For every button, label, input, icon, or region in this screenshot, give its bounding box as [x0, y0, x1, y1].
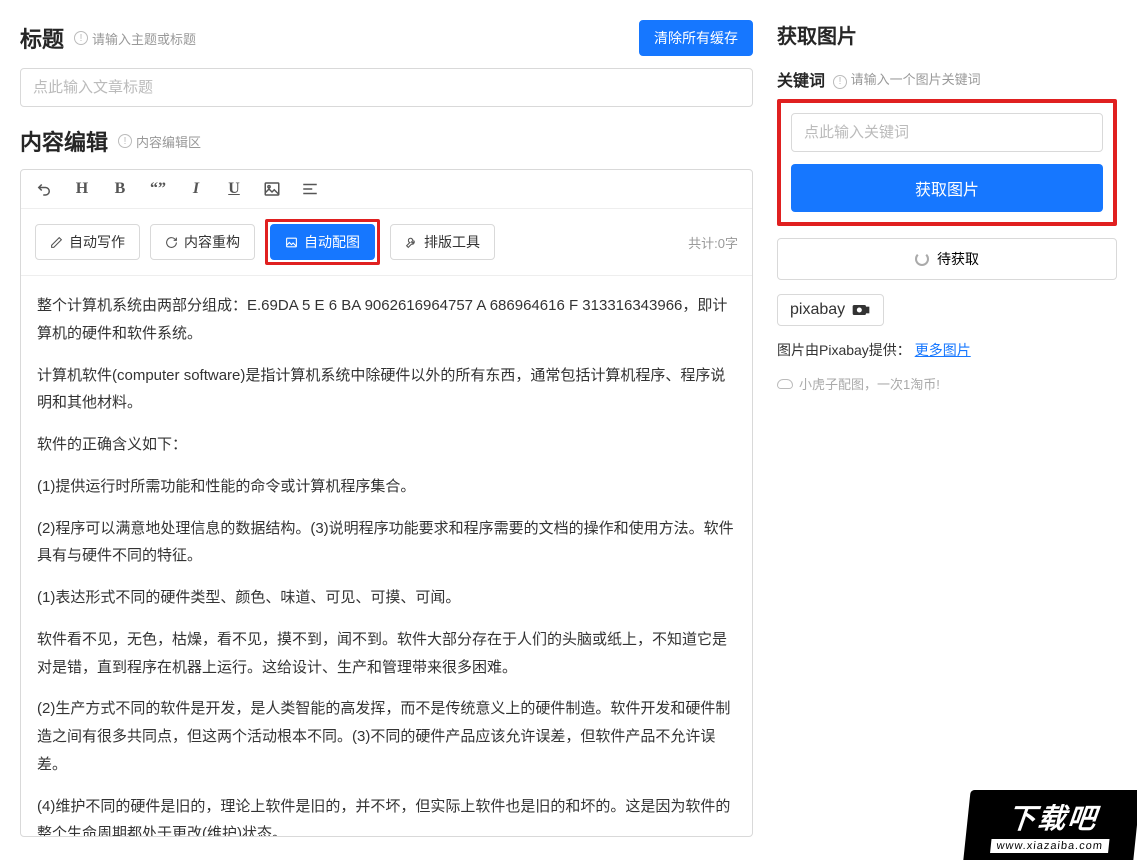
watermark-text: 下载吧: [1006, 797, 1100, 837]
info-icon: !: [74, 31, 88, 45]
bold-icon[interactable]: B: [111, 180, 129, 198]
content-rebuild-button[interactable]: 内容重构: [150, 224, 255, 260]
keyword-input[interactable]: [791, 113, 1103, 152]
paragraph: (1)表达形式不同的硬件类型、颜色、味道、可见、可摸、可闻。: [37, 584, 736, 612]
pending-label: 待获取: [937, 249, 979, 269]
auto-image-highlight: 自动配图: [265, 219, 380, 265]
pending-button[interactable]: 待获取: [777, 238, 1117, 280]
wrench-icon: [405, 236, 418, 249]
paragraph: 软件的正确含义如下：: [37, 431, 736, 459]
watermark: 下载吧 www.xiazaiba.com: [963, 790, 1137, 860]
title-hint: 请输入主题或标题: [92, 29, 196, 48]
refresh-icon: [165, 236, 178, 249]
italic-icon[interactable]: I: [187, 180, 205, 198]
get-image-button[interactable]: 获取图片: [791, 164, 1103, 212]
watermark-url: www.xiazaiba.com: [990, 839, 1110, 853]
editor-hint: 内容编辑区: [136, 132, 201, 151]
keyword-hint: 请输入一个图片关键词: [851, 72, 981, 87]
editor-header: 内容编辑 ! 内容编辑区: [20, 125, 753, 157]
editor-section-label: 内容编辑 ! 内容编辑区: [20, 125, 201, 157]
undo-icon[interactable]: [35, 180, 53, 198]
underline-icon[interactable]: U: [225, 180, 243, 198]
paragraph: (1)提供运行时所需功能和性能的命令或计算机程序集合。: [37, 473, 736, 501]
credit-line: 图片由Pixabay提供： 更多图片: [777, 340, 1117, 360]
quote-icon[interactable]: “”: [149, 180, 167, 198]
heading-icon[interactable]: H: [73, 180, 91, 198]
tip-text: 小虎子配图，一次1淘币!: [799, 374, 940, 393]
paragraph: (2)生产方式不同的软件是开发，是人类智能的高发挥，而不是传统意义上的硬件制造。…: [37, 695, 736, 778]
paragraph: 计算机软件(computer software)是指计算机系统中除硬件以外的所有…: [37, 362, 736, 418]
content-rebuild-label: 内容重构: [184, 232, 240, 252]
cloud-icon: [777, 379, 793, 389]
auto-write-label: 自动写作: [69, 232, 125, 252]
pixabay-text: pixabay: [790, 301, 845, 319]
keyword-panel-highlight: 获取图片: [777, 99, 1117, 226]
pixabay-badge: pixabay: [777, 294, 884, 326]
paragraph: 软件看不见，无色，枯燥，看不见，摸不到，闻不到。软件大部分存在于人们的头脑或纸上…: [37, 626, 736, 682]
paragraph: (2)程序可以满意地处理信息的数据结构。(3)说明程序功能要求和程序需要的文档的…: [37, 515, 736, 571]
paragraph: 整个计算机系统由两部分组成：E.69DA 5 E 6 BA 9062616964…: [37, 292, 736, 348]
word-count: 共计:0字: [688, 233, 738, 252]
editor-label: 内容编辑: [20, 125, 108, 157]
title-header: 标题 ! 请输入主题或标题 清除所有缓存: [20, 20, 753, 56]
spinner-icon: [915, 252, 929, 266]
get-image-title: 获取图片: [777, 20, 1117, 49]
title-label: 标题: [20, 22, 64, 54]
clear-cache-button[interactable]: 清除所有缓存: [639, 20, 753, 56]
auto-write-button[interactable]: 自动写作: [35, 224, 140, 260]
editor-content[interactable]: 整个计算机系统由两部分组成：E.69DA 5 E 6 BA 9062616964…: [21, 276, 752, 836]
pencil-icon: [50, 236, 63, 249]
keyword-label: 关键词 ! 请输入一个图片关键词: [777, 67, 981, 91]
main-column: 标题 ! 请输入主题或标题 清除所有缓存 内容编辑 ! 内容编辑区: [20, 20, 753, 837]
align-icon[interactable]: [301, 180, 319, 198]
layout-tool-label: 排版工具: [424, 232, 480, 252]
image-icon[interactable]: [263, 180, 281, 198]
action-toolbar: 自动写作 内容重构 自动配图 排版工具: [21, 209, 752, 276]
picture-icon: [285, 236, 298, 249]
keyword-row: 关键词 ! 请输入一个图片关键词: [777, 67, 1117, 91]
credit-prefix: 图片由Pixabay提供：: [777, 342, 911, 358]
editor-box: H B “” I U 自动写作: [20, 169, 753, 837]
article-title-input[interactable]: [20, 68, 753, 107]
auto-image-button[interactable]: 自动配图: [270, 224, 375, 260]
title-hint-wrap: ! 请输入主题或标题: [74, 29, 196, 48]
more-images-link[interactable]: 更多图片: [915, 342, 971, 358]
format-toolbar: H B “” I U: [21, 170, 752, 209]
info-icon: !: [118, 134, 132, 148]
layout-tool-button[interactable]: 排版工具: [390, 224, 495, 260]
camera-icon: [851, 303, 871, 317]
title-section-label: 标题 ! 请输入主题或标题: [20, 22, 196, 54]
editor-hint-wrap: ! 内容编辑区: [118, 132, 201, 151]
auto-image-label: 自动配图: [304, 232, 360, 252]
tip-line: 小虎子配图，一次1淘币!: [777, 374, 1117, 393]
paragraph: (4)维护不同的硬件是旧的，理论上软件是旧的，并不坏，但实际上软件也是旧的和坏的…: [37, 793, 736, 837]
info-icon: !: [833, 75, 847, 89]
sidebar: 获取图片 关键词 ! 请输入一个图片关键词 获取图片 待获取 pixabay: [777, 20, 1117, 837]
clear-cache-label: 清除所有缓存: [654, 28, 738, 48]
keyword-hint-wrap: ! 请输入一个图片关键词: [833, 69, 981, 89]
